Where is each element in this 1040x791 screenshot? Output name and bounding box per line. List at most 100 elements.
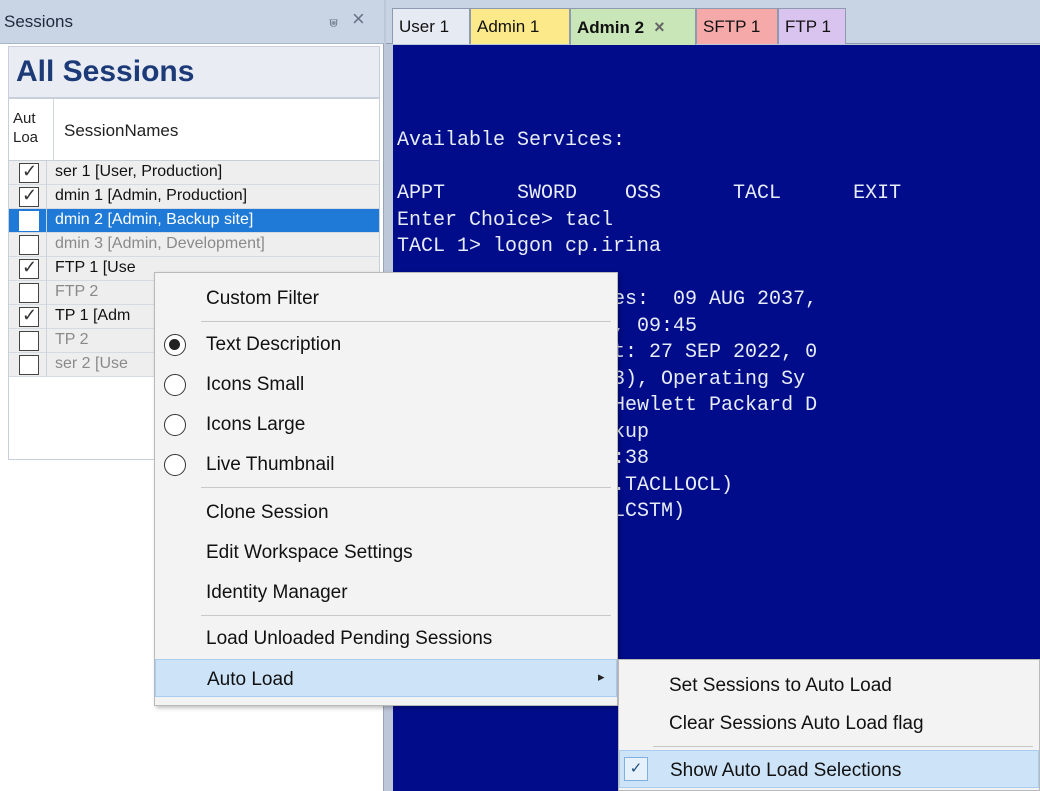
auto-load-checkbox[interactable]: ✓ — [19, 185, 39, 207]
tab-close-icon[interactable]: × — [654, 17, 665, 37]
menu-clear-auto-load-flag[interactable]: Clear Sessions Auto Load flag — [619, 704, 1039, 742]
auto-load-checkbox[interactable] — [19, 235, 39, 255]
menu-item-label: Clone Session — [206, 502, 329, 523]
session-row[interactable]: dmin 2 [Admin, Backup site] — [9, 209, 379, 233]
session-name: dmin 1 [Admin, Production] — [55, 187, 248, 204]
cell-divider — [46, 305, 47, 329]
tab-user-1[interactable]: User 1 — [392, 8, 470, 44]
menu-item-label: Set Sessions to Auto Load — [669, 675, 892, 696]
context-menu: Custom Filter Text Description Icons Sma… — [154, 272, 618, 706]
app-window: Sessions ⩐ × All Sessions Aut Loa Sessio… — [0, 0, 1040, 791]
menu-item-label: Custom Filter — [206, 288, 319, 309]
menu-text-description[interactable]: Text Description — [155, 325, 617, 363]
cell-divider — [46, 257, 47, 281]
cell-divider — [46, 185, 47, 209]
check-icon: ✓ — [624, 757, 648, 781]
menu-icons-small[interactable]: Icons Small — [155, 365, 617, 403]
tab-sftp-1[interactable]: SFTP 1 — [696, 8, 778, 44]
menu-identity-manager[interactable]: Identity Manager — [155, 573, 617, 611]
menu-custom-filter[interactable]: Custom Filter — [155, 279, 617, 317]
cell-divider — [46, 281, 47, 305]
session-name: ser 1 [User, Production] — [55, 163, 223, 180]
menu-item-label: Identity Manager — [206, 582, 348, 603]
session-name: ser 2 [Use — [55, 355, 128, 372]
tab-admin-1[interactable]: Admin 1 — [470, 8, 570, 44]
terminal-line: APPT SWORD OSS TACL EXIT — [397, 182, 902, 205]
menu-item-label: Auto Load — [207, 669, 294, 690]
menu-separator — [653, 746, 1033, 747]
checkmark-icon: ✓ — [22, 185, 38, 205]
cell-divider — [46, 209, 47, 233]
menu-show-auto-load-selections[interactable]: ✓ Show Auto Load Selections — [619, 750, 1039, 788]
menu-item-label: Show Auto Load Selections — [670, 760, 902, 781]
terminal-line: Available Services: — [397, 129, 626, 152]
menu-icons-large[interactable]: Icons Large — [155, 405, 617, 443]
menu-item-label: Icons Large — [206, 414, 306, 435]
menu-load-unloaded-pending[interactable]: Load Unloaded Pending Sessions — [155, 619, 617, 657]
session-name: TP 1 [Adm — [55, 307, 131, 324]
menu-separator — [201, 487, 611, 488]
menu-item-label: Live Thumbnail — [206, 454, 335, 475]
pin-icon[interactable]: ⩐ — [329, 14, 338, 31]
radio-icon — [164, 374, 186, 396]
column-header-auto-load[interactable]: Aut Loa — [13, 109, 51, 147]
session-row[interactable]: ✓ dmin 1 [Admin, Production] — [9, 185, 379, 209]
cell-divider — [46, 233, 47, 257]
auto-load-checkbox[interactable]: ✓ — [19, 305, 39, 327]
menu-item-label: Edit Workspace Settings — [206, 542, 413, 563]
menu-item-label: Clear Sessions Auto Load flag — [669, 713, 924, 734]
auto-load-submenu: Set Sessions to Auto Load Clear Sessions… — [618, 659, 1040, 791]
auto-load-checkbox[interactable] — [19, 283, 39, 303]
radio-icon — [164, 454, 186, 476]
tab-label: FTP 1 — [785, 17, 831, 36]
all-sessions-title: All Sessions — [16, 55, 195, 88]
menu-edit-workspace-settings[interactable]: Edit Workspace Settings — [155, 533, 617, 571]
terminal-line: Enter Choice> tacl — [397, 208, 614, 232]
grid-header: Aut Loa SessionNames — [9, 99, 379, 161]
cell-divider — [46, 161, 47, 185]
sessions-panel-title: Sessions — [4, 12, 73, 31]
tab-admin-2[interactable]: Admin 2 × — [570, 8, 696, 45]
sessions-panel-header: Sessions ⩐ × — [0, 0, 384, 44]
menu-separator — [201, 321, 611, 322]
menu-set-sessions-auto-load[interactable]: Set Sessions to Auto Load — [619, 666, 1039, 704]
session-row[interactable]: dmin 3 [Admin, Development] — [9, 233, 379, 257]
session-tabs: User 1 Admin 1 Admin 2 × SFTP 1 FTP 1 — [386, 0, 1040, 45]
cell-divider — [46, 353, 47, 377]
auto-load-checkbox[interactable] — [19, 355, 39, 375]
tab-ftp-1[interactable]: FTP 1 — [778, 8, 846, 44]
menu-item-label: Icons Small — [206, 374, 305, 395]
cell-divider — [46, 329, 47, 353]
auto-load-checkbox[interactable] — [19, 331, 39, 351]
checkmark-icon: ✓ — [22, 305, 38, 325]
session-name: TP 2 — [55, 331, 89, 348]
auto-load-checkbox[interactable] — [19, 211, 39, 231]
session-name: dmin 3 [Admin, Development] — [55, 235, 265, 252]
tab-label: Admin 2 — [577, 18, 645, 37]
radio-icon — [164, 414, 186, 436]
submenu-arrow-icon: ▸ — [598, 669, 605, 684]
session-name: FTP 1 [Use — [55, 259, 136, 276]
tab-label: User 1 — [399, 17, 450, 36]
column-divider[interactable] — [53, 99, 54, 161]
menu-item-label: Load Unloaded Pending Sessions — [206, 628, 493, 649]
menu-separator — [201, 615, 611, 616]
menu-clone-session[interactable]: Clone Session — [155, 493, 617, 531]
menu-item-label: Text Description — [206, 334, 342, 355]
tab-label: Admin 1 — [477, 17, 540, 36]
auto-load-checkbox[interactable]: ✓ — [19, 161, 39, 183]
menu-live-thumbnail[interactable]: Live Thumbnail — [155, 445, 617, 483]
session-name: FTP 2 — [55, 283, 99, 300]
column-header-session-names[interactable]: SessionNames — [64, 121, 178, 141]
auto-load-checkbox[interactable]: ✓ — [19, 257, 39, 279]
tab-label: SFTP 1 — [703, 17, 761, 36]
checkmark-icon: ✓ — [22, 161, 38, 181]
close-icon[interactable]: × — [352, 8, 365, 30]
session-name: dmin 2 [Admin, Backup site] — [55, 211, 254, 228]
radio-selected-icon — [164, 334, 186, 356]
all-sessions-header[interactable]: All Sessions — [8, 46, 380, 98]
terminal-line: TACL 1> logon cp.irina — [397, 235, 662, 258]
session-row[interactable]: ✓ ser 1 [User, Production] — [9, 161, 379, 185]
menu-auto-load[interactable]: Auto Load ▸ — [155, 659, 617, 697]
checkmark-icon: ✓ — [22, 257, 38, 277]
